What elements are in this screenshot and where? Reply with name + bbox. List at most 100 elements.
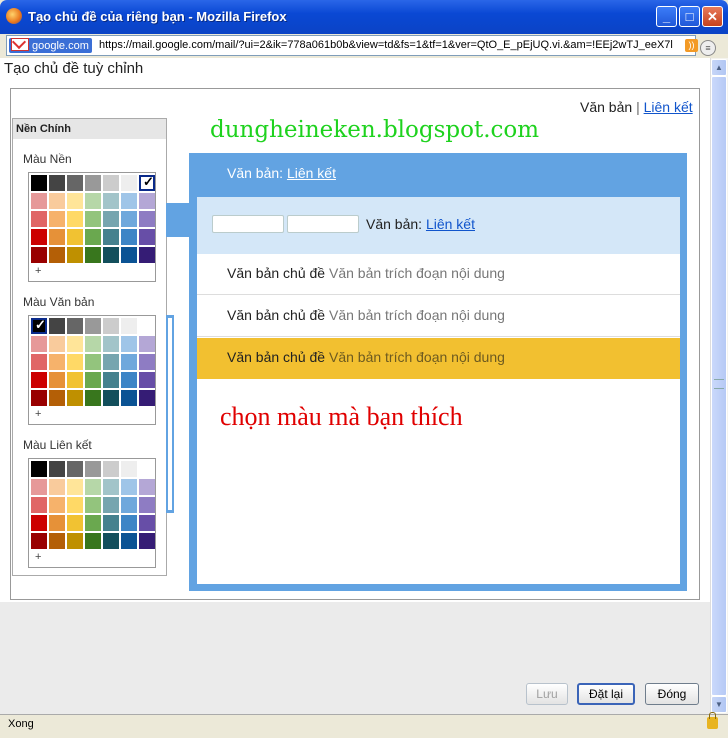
color-swatch[interactable]: [139, 211, 155, 227]
color-swatch[interactable]: [31, 372, 47, 388]
color-swatch[interactable]: [85, 229, 101, 245]
color-swatch[interactable]: [49, 354, 65, 370]
color-swatch[interactable]: [121, 318, 137, 334]
rss-feed-icon[interactable]: )): [685, 39, 698, 52]
color-swatch[interactable]: [67, 497, 83, 513]
close-dialog-button[interactable]: Đóng: [645, 683, 699, 705]
color-swatch[interactable]: [139, 461, 155, 477]
color-swatch[interactable]: [31, 515, 47, 531]
color-swatch[interactable]: [31, 193, 47, 209]
color-swatch[interactable]: [49, 211, 65, 227]
color-swatch[interactable]: [103, 336, 119, 352]
color-swatch[interactable]: [67, 229, 83, 245]
color-swatch[interactable]: [121, 497, 137, 513]
color-swatch[interactable]: [67, 211, 83, 227]
color-swatch[interactable]: [67, 175, 83, 191]
color-swatch[interactable]: [49, 193, 65, 209]
color-swatch[interactable]: [67, 479, 83, 495]
color-swatch[interactable]: [85, 479, 101, 495]
color-swatch[interactable]: [121, 390, 137, 406]
color-swatch[interactable]: [31, 175, 47, 191]
color-swatch[interactable]: [67, 193, 83, 209]
color-swatch[interactable]: [139, 479, 155, 495]
color-swatch[interactable]: [103, 461, 119, 477]
color-swatch[interactable]: [31, 497, 47, 513]
color-swatch[interactable]: [139, 247, 155, 263]
color-swatch[interactable]: [139, 318, 155, 334]
color-swatch[interactable]: [103, 318, 119, 334]
color-swatch[interactable]: [121, 515, 137, 531]
color-swatch[interactable]: [121, 354, 137, 370]
color-swatch[interactable]: [121, 211, 137, 227]
color-swatch[interactable]: [49, 229, 65, 245]
color-swatch[interactable]: [49, 318, 65, 334]
color-swatch[interactable]: [85, 372, 101, 388]
color-swatch[interactable]: [103, 193, 119, 209]
scroll-down-button[interactable]: ▼: [711, 696, 727, 713]
color-swatch[interactable]: [67, 318, 83, 334]
color-swatch[interactable]: [31, 247, 47, 263]
color-swatch[interactable]: [85, 336, 101, 352]
color-swatch[interactable]: [49, 461, 65, 477]
site-identity-button[interactable]: google.com: [9, 38, 92, 53]
color-swatch[interactable]: [49, 372, 65, 388]
color-swatch[interactable]: [139, 336, 155, 352]
color-swatch[interactable]: [139, 515, 155, 531]
color-swatch[interactable]: [31, 533, 47, 549]
color-swatch[interactable]: [31, 354, 47, 370]
color-swatch[interactable]: [67, 461, 83, 477]
link-sample[interactable]: Liên kết: [644, 99, 693, 115]
color-swatch[interactable]: [31, 390, 47, 406]
color-swatch[interactable]: [49, 390, 65, 406]
color-swatch[interactable]: [49, 515, 65, 531]
preview-list-item[interactable]: Văn bản chủ đề Văn bản trích đoạn nội du…: [197, 254, 680, 295]
maximize-button[interactable]: □: [679, 6, 700, 27]
color-swatch[interactable]: [103, 372, 119, 388]
color-swatch[interactable]: [49, 479, 65, 495]
color-swatch[interactable]: [85, 497, 101, 513]
color-swatch[interactable]: ✓: [139, 174, 155, 191]
color-swatch[interactable]: [121, 247, 137, 263]
color-swatch[interactable]: [67, 372, 83, 388]
text-color-palette[interactable]: ✓ +: [28, 315, 156, 425]
lock-icon[interactable]: [707, 712, 718, 729]
color-swatch[interactable]: [85, 354, 101, 370]
close-button[interactable]: ✕: [702, 6, 723, 27]
color-swatch[interactable]: [103, 175, 119, 191]
add-custom-color-button[interactable]: +: [35, 265, 41, 277]
color-swatch[interactable]: ✓: [31, 317, 47, 334]
color-swatch[interactable]: [121, 533, 137, 549]
color-swatch[interactable]: [139, 354, 155, 370]
color-swatch[interactable]: [85, 390, 101, 406]
preview-list-item[interactable]: Văn bản chủ đề Văn bản trích đoạn nội du…: [197, 296, 680, 337]
url-field[interactable]: google.com https://mail.google.com/mail/…: [6, 35, 698, 56]
preview-list-item-highlighted[interactable]: Văn bản chủ đề Văn bản trích đoạn nội du…: [197, 338, 680, 379]
color-swatch[interactable]: [31, 336, 47, 352]
preview-header-link[interactable]: Liên kết: [287, 165, 336, 181]
color-swatch[interactable]: [121, 336, 137, 352]
color-swatch[interactable]: [31, 461, 47, 477]
color-swatch[interactable]: [85, 193, 101, 209]
bg-color-palette[interactable]: ✓ +: [28, 172, 156, 282]
color-swatch[interactable]: [103, 390, 119, 406]
color-swatch[interactable]: [139, 533, 155, 549]
color-swatch[interactable]: [139, 193, 155, 209]
reset-button[interactable]: Đặt lại: [577, 683, 635, 705]
add-custom-color-button[interactable]: +: [35, 408, 41, 420]
color-swatch[interactable]: [67, 336, 83, 352]
color-swatch[interactable]: [103, 497, 119, 513]
color-swatch[interactable]: [139, 390, 155, 406]
color-swatch[interactable]: [31, 211, 47, 227]
color-swatch[interactable]: [121, 372, 137, 388]
color-swatch[interactable]: [31, 479, 47, 495]
color-swatch[interactable]: [49, 533, 65, 549]
color-swatch[interactable]: [67, 533, 83, 549]
color-swatch[interactable]: [85, 247, 101, 263]
color-swatch[interactable]: [121, 229, 137, 245]
color-swatch[interactable]: [67, 354, 83, 370]
text-sample[interactable]: Văn bản: [580, 99, 632, 115]
color-swatch[interactable]: [67, 515, 83, 531]
color-swatch[interactable]: [67, 390, 83, 406]
color-swatch[interactable]: [103, 211, 119, 227]
color-swatch[interactable]: [121, 193, 137, 209]
